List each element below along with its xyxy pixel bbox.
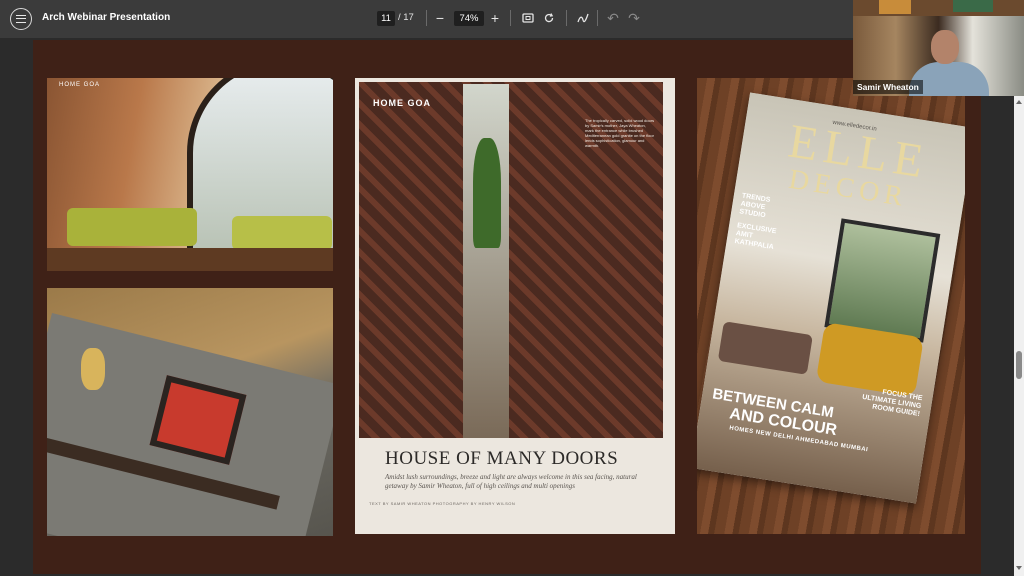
green-sofa <box>232 216 332 250</box>
magazine-cover-photo: www.elledecor.in ELLE DECOR TRENDS ABOVE… <box>697 78 965 534</box>
article-deck: Amidst lush surroundings, breeze and lig… <box>385 473 637 490</box>
undo-icon: ↶ <box>607 10 619 26</box>
slide-page: HOME GOA HOME GOA The tropically carved,… <box>33 40 981 574</box>
document-viewer[interactable]: HOME GOA HOME GOA The tropically carved,… <box>0 38 1014 576</box>
page-total: / 17 <box>398 12 414 23</box>
home-goa-tag: HOME GOA <box>59 82 101 88</box>
fit-page-icon <box>522 13 534 23</box>
divider <box>426 10 427 26</box>
participant-name: Samir Wheaton <box>853 80 923 94</box>
magazine-page-photo: HOME GOA The tropically carved, solid wo… <box>355 78 675 534</box>
zoom-level-input[interactable]: 74% <box>454 11 484 26</box>
draw-icon <box>577 13 589 23</box>
pdf-toolbar: Arch Webinar Presentation 11 / 17 − 74% … <box>0 0 853 38</box>
plant <box>473 138 501 248</box>
zoom-out-button[interactable]: − <box>431 9 449 27</box>
redo-button[interactable]: ↷ <box>625 9 643 27</box>
draw-button[interactable] <box>574 9 592 27</box>
menu-icon <box>16 15 26 23</box>
article-credit: TEXT BY SAMIR WHEATON PHOTOGRAPHY BY HEN… <box>369 501 516 506</box>
vertical-scrollbar[interactable] <box>1014 96 1024 576</box>
scroll-up-icon[interactable] <box>1016 100 1022 104</box>
document-title: Arch Webinar Presentation <box>42 12 171 23</box>
participant-head <box>931 30 959 64</box>
menu-button[interactable] <box>10 8 32 30</box>
bull-mask <box>81 348 105 390</box>
floor <box>47 248 333 271</box>
scroll-down-icon[interactable] <box>1016 566 1022 570</box>
zoom-in-button[interactable]: + <box>486 9 504 27</box>
undo-button[interactable]: ↶ <box>604 9 622 27</box>
page-number-input[interactable]: 11 <box>377 11 395 26</box>
background-art <box>953 0 993 12</box>
participant-video-tile[interactable]: Samir Wheaton <box>853 0 1024 96</box>
background-art <box>879 0 911 14</box>
rotate-button[interactable] <box>540 9 558 27</box>
rotate-icon <box>544 13 554 23</box>
divider <box>510 10 511 26</box>
elle-decor-cover: www.elledecor.in ELLE DECOR TRENDS ABOVE… <box>697 92 965 504</box>
magazine-spread-photo <box>47 288 333 536</box>
home-goa-tag: HOME GOA <box>373 98 432 108</box>
scrollbar-thumb[interactable] <box>1016 351 1022 379</box>
fit-page-button[interactable] <box>519 9 537 27</box>
divider <box>566 10 567 26</box>
plus-icon: + <box>490 10 500 26</box>
redo-icon: ↷ <box>628 10 640 26</box>
divider <box>597 10 598 26</box>
article-headline: HOUSE OF MANY DOORS <box>385 448 619 469</box>
minus-icon: − <box>435 10 445 26</box>
living-room-photo: HOME GOA <box>47 78 333 271</box>
green-sofa <box>67 208 197 246</box>
photo-caption: The tropically carved, solid wood doors … <box>585 118 655 148</box>
